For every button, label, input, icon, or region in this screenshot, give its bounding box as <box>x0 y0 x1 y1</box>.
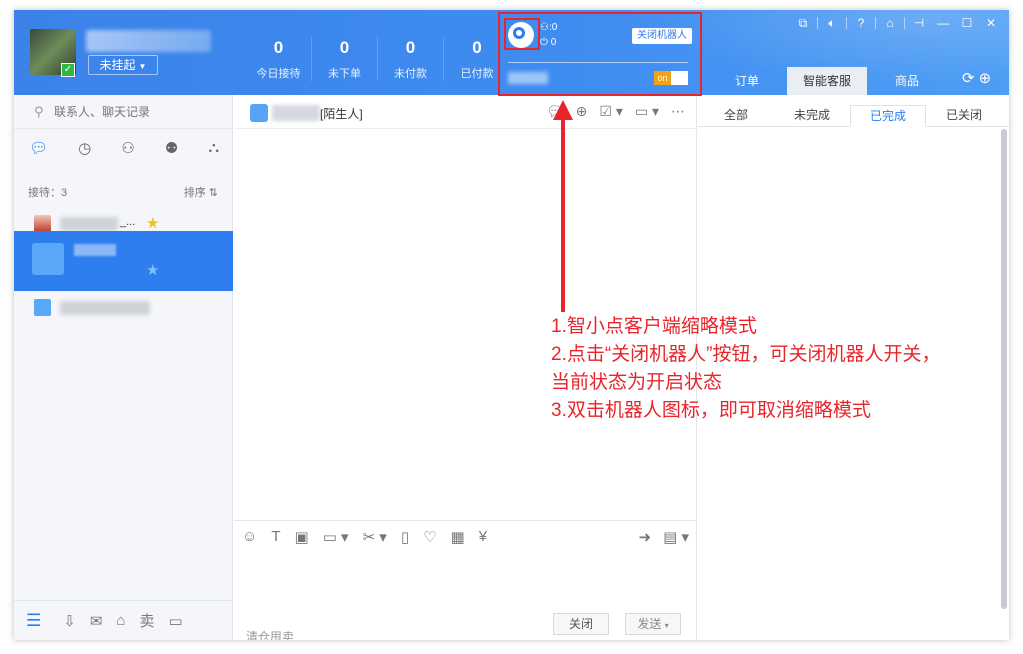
annotation-line: 当前状态为开启状态 <box>551 372 723 393</box>
annotation-line: 3.双击机器人图标，即可取消缩略模式 <box>551 400 871 421</box>
annotation-line: 1.智小点客户端缩略模式 <box>551 316 757 337</box>
annotation-line: 2.点击“关闭机器人”按钮，可关闭机器人开关， <box>551 344 941 365</box>
annotation-text: 1.智小点客户端缩略模式 2.点击“关闭机器人”按钮，可关闭机器人开关， 当前状… <box>551 313 941 425</box>
